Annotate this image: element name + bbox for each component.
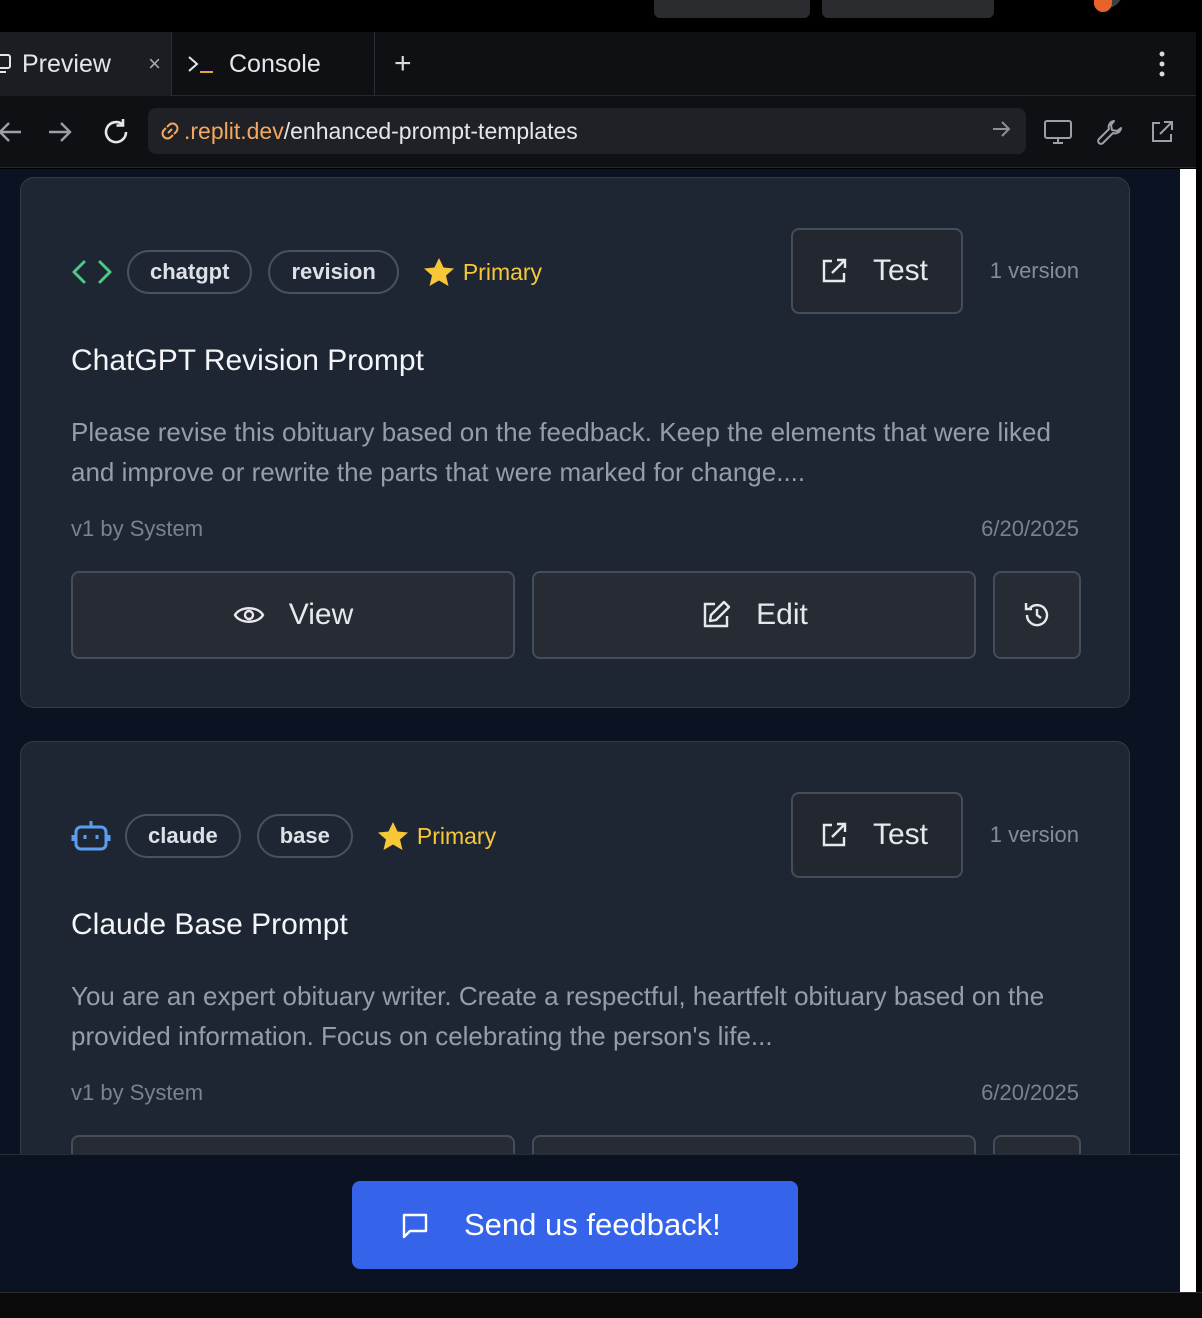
- view-label: View: [288, 598, 354, 631]
- card-description: You are an expert obituary writer. Creat…: [71, 981, 1045, 1051]
- back-icon[interactable]: [0, 114, 28, 150]
- updated-date: 6/20/2025: [981, 516, 1079, 541]
- tab-console-label: Console: [229, 49, 321, 78]
- primary-badge: Primary: [423, 257, 542, 287]
- bottom-strip: [0, 1292, 1202, 1318]
- url-domain: .replit.dev: [184, 117, 284, 144]
- add-tab-button[interactable]: +: [394, 32, 412, 96]
- primary-label: Primary: [462, 258, 543, 285]
- view-button[interactable]: [71, 1135, 515, 1154]
- test-button[interactable]: Test: [791, 228, 963, 314]
- top-strip-pill[interactable]: [654, 0, 810, 18]
- send-feedback-button[interactable]: Send us feedback!: [352, 1181, 798, 1269]
- tag-badge: chatgpt: [127, 250, 253, 294]
- updated-date: 6/20/2025: [981, 1080, 1079, 1105]
- notification-dot: [1094, 0, 1112, 12]
- tag-badge: claude: [125, 814, 241, 858]
- code-icon: [71, 257, 113, 287]
- card-header: claude base Primary: [71, 814, 496, 858]
- card-header: chatgpt revision Primary: [71, 250, 542, 294]
- address-bar: .replit.dev /enhanced-prompt-templates: [0, 96, 1196, 168]
- tag-badge: base: [256, 814, 353, 858]
- link-icon: [158, 119, 182, 143]
- terminal-icon: [187, 53, 215, 75]
- version-count: 1 version: [989, 258, 1079, 283]
- edit-icon: [700, 599, 732, 631]
- test-label: Test: [873, 818, 929, 851]
- version-count: 1 version: [989, 822, 1079, 847]
- go-arrow-icon[interactable]: [990, 118, 1012, 140]
- url-bar[interactable]: .replit.dev /enhanced-prompt-templates: [148, 108, 1026, 154]
- template-card: chatgpt revision Primary Test 1 version …: [20, 177, 1130, 708]
- open-external-icon[interactable]: [1144, 114, 1180, 150]
- send-feedback-label: Send us feedback!: [464, 1207, 721, 1242]
- template-card: claude base Primary Test 1 version Claud…: [20, 741, 1130, 1154]
- version-author: v1 by System: [71, 1080, 204, 1105]
- tag-badge: revision: [268, 250, 399, 294]
- version-author: v1 by System: [71, 516, 204, 541]
- feedback-footer: Send us feedback!: [0, 1154, 1180, 1292]
- test-label: Test: [873, 254, 929, 287]
- monitor-icon: [0, 53, 14, 75]
- edit-button[interactable]: [532, 1135, 976, 1154]
- eye-icon: [233, 603, 265, 627]
- bot-icon: [71, 819, 111, 853]
- view-button[interactable]: View: [71, 571, 515, 659]
- primary-badge: Primary: [377, 821, 496, 851]
- more-options-icon[interactable]: [1150, 32, 1174, 96]
- test-button[interactable]: Test: [791, 792, 963, 878]
- external-link-icon: [819, 256, 849, 286]
- window-edge: [1180, 169, 1196, 1292]
- message-square-icon: [400, 1210, 430, 1240]
- tab-bar: Preview × Console +: [0, 32, 1196, 96]
- version-history-button[interactable]: [993, 571, 1081, 659]
- star-icon: [377, 821, 409, 851]
- top-strip-pill[interactable]: [822, 0, 994, 18]
- external-link-icon: [819, 820, 849, 850]
- tab-console[interactable]: Console: [173, 32, 375, 96]
- star-icon: [423, 257, 455, 287]
- version-history-button[interactable]: [993, 1135, 1081, 1154]
- preview-content: chatgpt revision Primary Test 1 version …: [0, 169, 1180, 1154]
- url-path: /enhanced-prompt-templates: [283, 117, 578, 144]
- forward-icon[interactable]: [42, 114, 78, 150]
- card-description: Please revise this obituary based on the…: [71, 417, 1051, 487]
- top-strip: [0, 0, 1202, 32]
- edit-button[interactable]: Edit: [532, 571, 976, 659]
- primary-label: Primary: [416, 822, 497, 849]
- history-icon: [1022, 600, 1052, 630]
- tab-preview-label: Preview: [22, 49, 111, 78]
- close-icon[interactable]: ×: [148, 51, 161, 77]
- wrench-icon[interactable]: [1092, 114, 1128, 150]
- card-title: Claude Base Prompt: [71, 908, 348, 941]
- reload-icon[interactable]: [98, 114, 134, 150]
- card-title: ChatGPT Revision Prompt: [71, 344, 424, 377]
- edit-label: Edit: [756, 598, 808, 631]
- tab-preview[interactable]: Preview ×: [0, 32, 172, 96]
- device-preview-icon[interactable]: [1040, 114, 1076, 150]
